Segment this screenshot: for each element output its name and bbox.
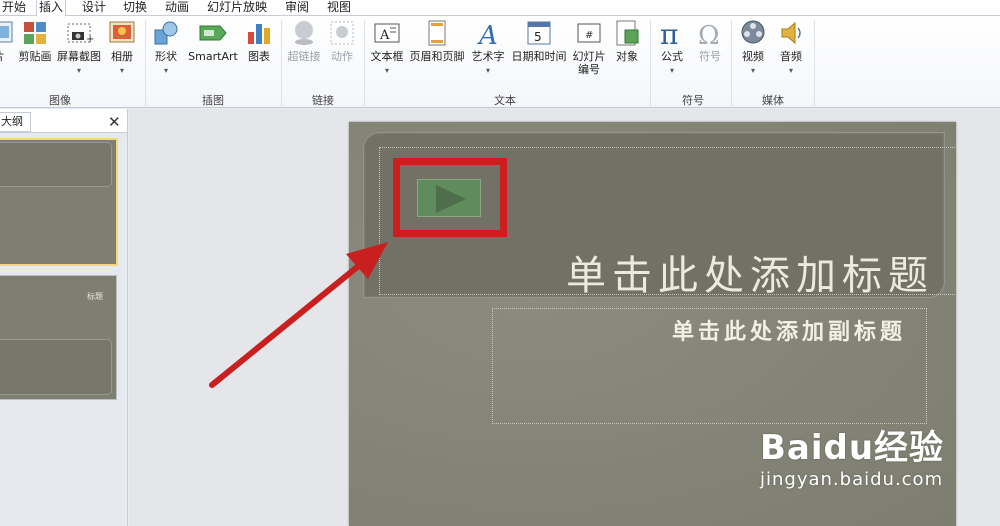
watermark-url: jingyan.baidu.com	[760, 469, 944, 490]
baidu-watermark: Baidu经验 jingyan.baidu.com	[760, 420, 944, 490]
watermark-brand: Baidu经验	[760, 428, 945, 468]
